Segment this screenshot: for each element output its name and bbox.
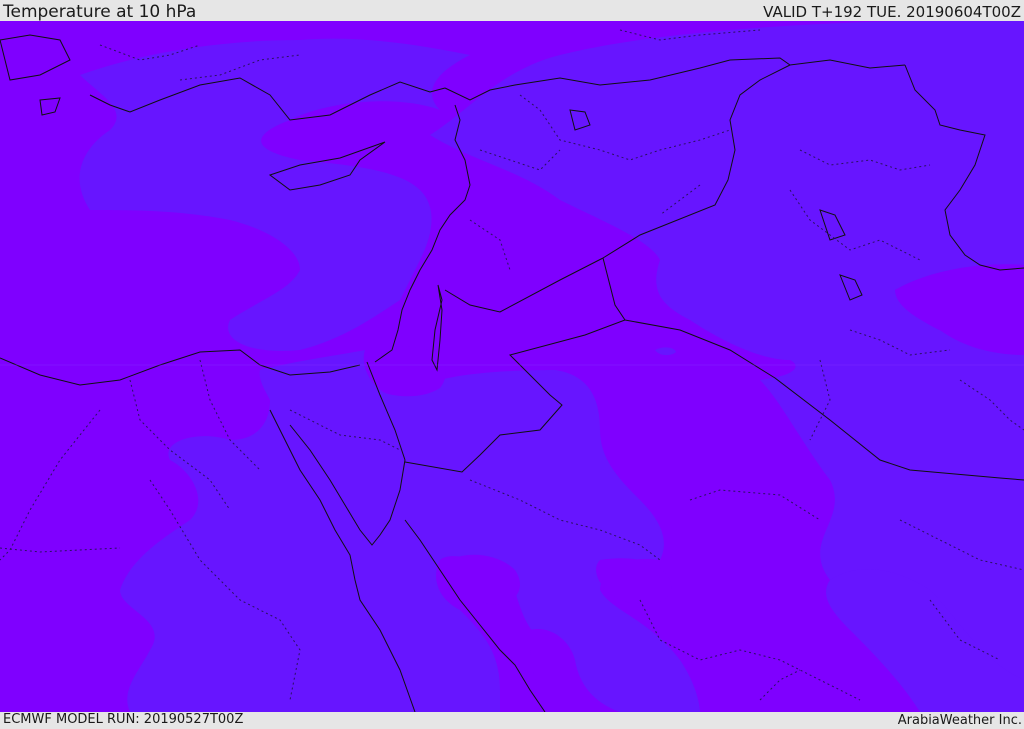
valid-time: VALID T+192 TUE. 20190604T00Z [763,3,1021,21]
temperature-map [0,21,1024,712]
header-bar: Temperature at 10 hPa VALID T+192 TUE. 2… [0,0,1024,22]
map-title: Temperature at 10 hPa [3,2,197,22]
model-run-label: ECMWF MODEL RUN: 20190527T00Z [3,712,244,727]
footer-bar: ECMWF MODEL RUN: 20190527T00Z ArabiaWeat… [0,712,1024,729]
credit-label: ArabiaWeather Inc. [897,713,1022,728]
map-panel[interactable] [0,21,1024,712]
